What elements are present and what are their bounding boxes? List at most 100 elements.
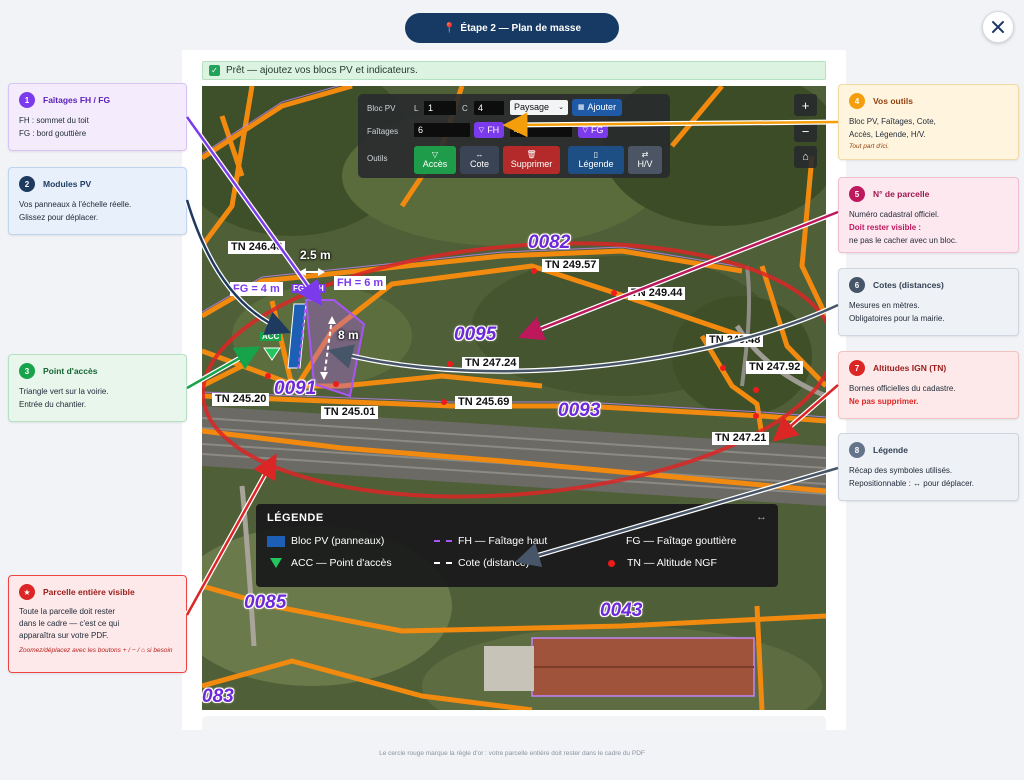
map-canvas[interactable]: TN 246.46 TN 249.57 TN 249.44 TN 247.24 … (202, 86, 826, 710)
purple-dashed-swatch (434, 540, 452, 542)
fh-button[interactable]: ▽ FH (474, 122, 504, 138)
step-title-pill: 📍 Étape 2 — Plan de masse (405, 13, 619, 43)
tn-label: TN 247.92 (746, 361, 804, 374)
dimension-tool-button[interactable]: ↔ Cote (460, 146, 499, 174)
callout-title: Point d'accès (43, 365, 98, 376)
delete-tool-button[interactable]: 🗑 Supprimer (503, 146, 560, 174)
parcel-number: 0085 (244, 592, 287, 613)
status-text: Prêt — ajoutez vos blocs PV et indicateu… (226, 65, 418, 76)
callout-line: FH : sommet du toit (19, 116, 89, 125)
callout-line: Bloc PV, Faîtages, Cote, (849, 117, 936, 126)
step-title: Étape 2 — Plan de masse (460, 22, 582, 34)
row-label-outils: Outils (367, 154, 388, 163)
legend-item-label: ACC — Point d'accès (291, 557, 392, 569)
callout-line: Triangle vert sur la voirie. (19, 387, 109, 396)
callout-emphasis: Doit rester visible : (849, 223, 922, 232)
legend-item-dimension: Cote (distance) (434, 557, 529, 569)
zoom-out-button[interactable]: − (794, 120, 817, 142)
check-icon: ✓ (209, 65, 220, 76)
callout-title: Altitudes IGN (TN) (873, 362, 947, 373)
close-button[interactable] (982, 11, 1014, 43)
access-tool-label: Accès (422, 159, 448, 169)
callout-access-point: 3 Point d'accès Triangle vert sur la voi… (8, 354, 187, 422)
fg-button-label: FG (590, 124, 604, 135)
width-dimension-label: 2.5 m (300, 248, 331, 262)
double-arrow-icon: ↔ (475, 150, 484, 159)
parcel-number: 083 (202, 686, 234, 707)
tn-label: TN 245.69 (455, 396, 513, 409)
callout-line: FG : bord gouttière (19, 129, 87, 138)
home-button[interactable]: ⌂ (794, 146, 817, 168)
add-block-button[interactable]: ▦ Ajouter (572, 99, 622, 116)
callout-line: Obligatoires pour la mairie. (849, 314, 945, 323)
parcel-number: 0093 (558, 400, 601, 421)
fh-input[interactable]: 6 (414, 123, 470, 137)
star-icon: ★ (19, 584, 35, 600)
callout-note: Tout part d'ici. (849, 143, 890, 150)
editor-stage: ✓ Prêt — ajoutez vos blocs PV et indicat… (182, 50, 846, 730)
callout-line: Accès, Légende, H/V. (849, 130, 926, 139)
legend-item-access: ACC — Point d'accès (267, 557, 392, 569)
move-icon[interactable]: ↔ (756, 511, 767, 523)
row-label-bloc-pv: Bloc PV (367, 104, 396, 113)
legend-item-label: Cote (distance) (458, 557, 530, 569)
legend-tool-button[interactable]: ▯ Légende (568, 146, 624, 174)
chevron-down-icon: ⌄ (558, 104, 564, 111)
callout-line: Entrée du chantier. (19, 400, 87, 409)
access-tool-button[interactable]: ▽ Accès (414, 146, 456, 174)
delete-tool-label: Supprimer (510, 159, 553, 169)
legend-item-pv-block: Bloc PV (panneaux) (267, 535, 384, 547)
callout-line: ne pas le cacher avec un bloc. (849, 236, 958, 245)
callout-title: Parcelle entière visible (43, 586, 135, 597)
pv-block (287, 303, 307, 369)
parcel-number: 0095 (454, 324, 497, 345)
callout-line: Vos panneaux à l'échelle réelle. (19, 200, 132, 209)
callout-number: 1 (19, 92, 35, 108)
height-dimension-label: 8 m (338, 328, 359, 342)
fg-input[interactable]: 4 (510, 123, 572, 137)
callout-title: Modules PV (43, 178, 92, 189)
access-label: ACC (260, 332, 282, 341)
tn-label: TN 247.24 (462, 357, 520, 370)
parcel-number: 0043 (600, 600, 643, 621)
tn-label: TN 249.48 (706, 334, 764, 347)
orientation-select[interactable]: Paysage ⌄ (510, 100, 568, 115)
tn-label: TN 246.46 (228, 241, 286, 254)
orientation-toggle-button[interactable]: ⇄ H/V (628, 146, 662, 174)
lines-input[interactable]: 1 (424, 101, 456, 115)
callout-title: N° de parcelle (873, 188, 930, 199)
callout-faitages: 1 Faîtages FH / FG FH : sommet du toit F… (8, 83, 187, 151)
fg-tag: FG (291, 284, 307, 293)
tn-label: TN 245.20 (212, 393, 270, 406)
add-label: Ajouter (587, 102, 617, 112)
red-dot-icon (608, 559, 615, 567)
legend-item-label: FH — Faîtage haut (458, 535, 548, 547)
callout-number: 5 (849, 186, 865, 202)
callout-number: 8 (849, 442, 865, 458)
dimension-tool-label: Cote (469, 159, 489, 169)
zoom-in-button[interactable]: + (794, 94, 817, 116)
callout-line: Mesures en mètres. (849, 301, 920, 310)
legend-item-label: Bloc PV (panneaux) (291, 535, 385, 547)
stage-bottom-bar (202, 716, 826, 730)
toolbar-panel: Bloc PV L 1 C 4 Paysage ⌄ ▦ Ajouter Faît… (358, 94, 670, 178)
fh-button-label: FH (487, 124, 500, 135)
callout-number: 4 (849, 93, 865, 109)
triangle-down-icon: ▽ (582, 126, 588, 134)
callout-full-parcel: ★ Parcelle entière visible Toute la parc… (8, 575, 187, 673)
access-triangle-icon: ▽ (431, 150, 439, 159)
close-icon (992, 21, 1004, 33)
columns-input[interactable]: 4 (474, 101, 504, 115)
legend-item-tn: TN — Altitude NGF (602, 557, 717, 569)
fg-label: FG = 4 m (230, 282, 283, 296)
l-label: L (414, 104, 419, 113)
callout-line: Toute la parcelle doit rester (19, 607, 116, 616)
fg-button[interactable]: ▽ FG (578, 122, 608, 138)
green-triangle-icon (270, 558, 282, 568)
map-legend[interactable]: LÉGENDE ↔ Bloc PV (panneaux) FH — Faîtag… (256, 504, 778, 587)
blue-block-swatch (267, 535, 285, 547)
fh-tag: H (316, 284, 326, 293)
access-point-triangle (263, 347, 281, 361)
tn-label: TN 249.57 (542, 259, 600, 272)
callout-number: 6 (849, 277, 865, 293)
